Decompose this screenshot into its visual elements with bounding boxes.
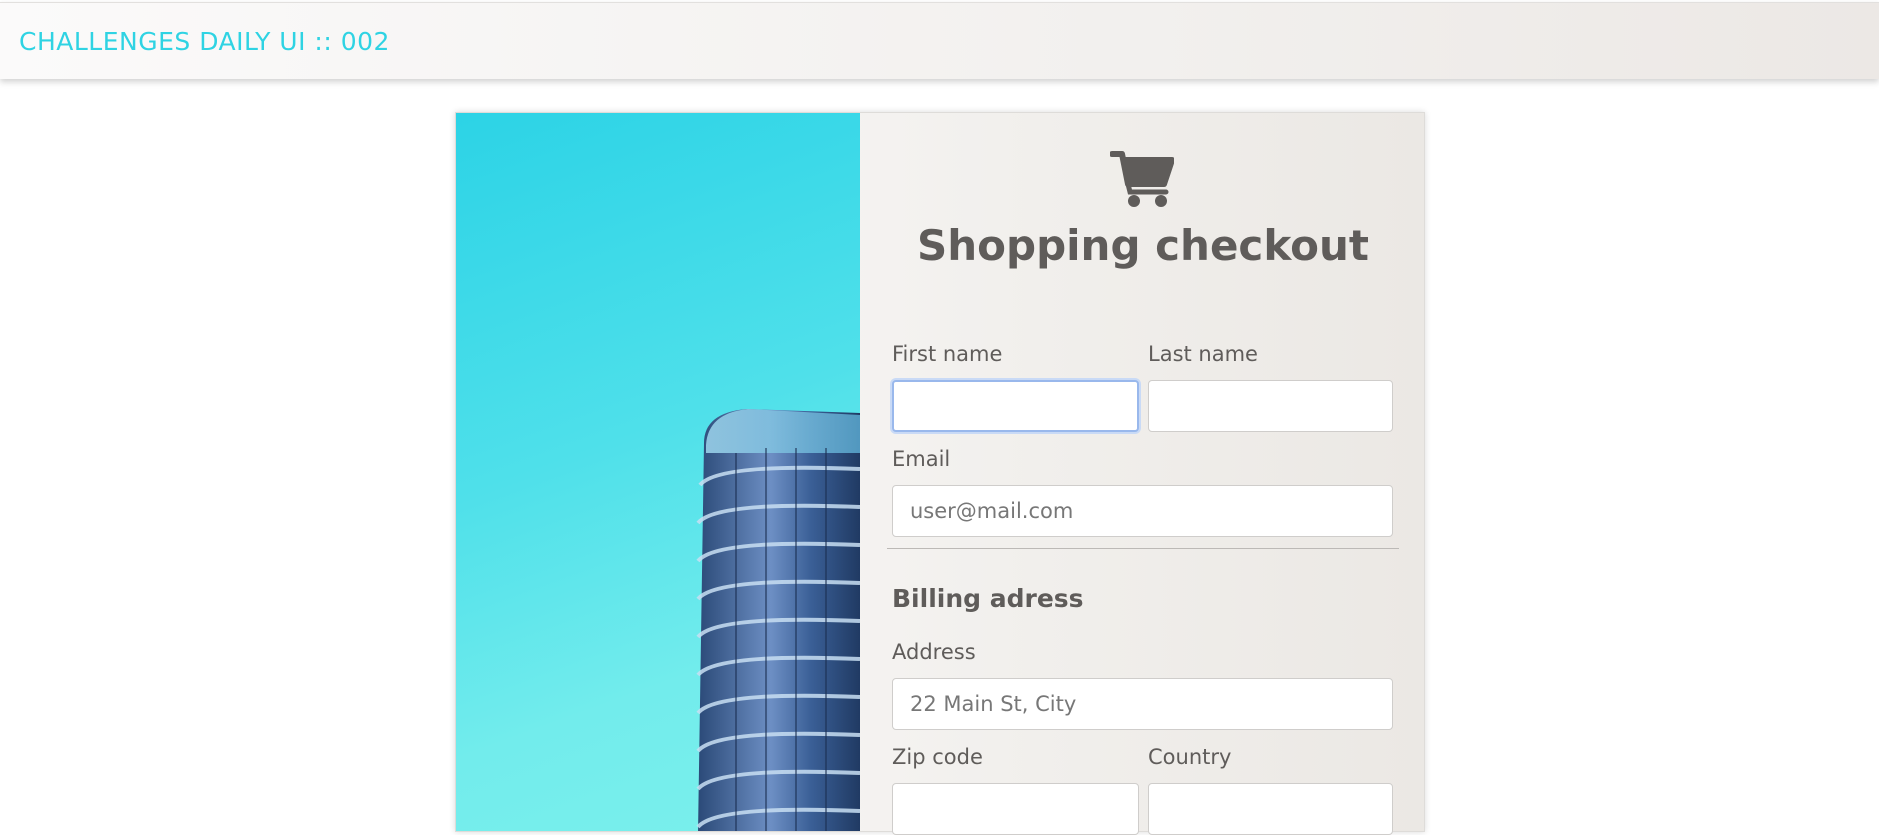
country-input[interactable] [1148,783,1393,835]
first-name-input[interactable] [892,380,1139,432]
email-label: Email [892,447,951,471]
brand-title: CHALLENGES DAILY UI :: 002 [19,27,390,56]
checkout-card: Shopping checkout First name Last name E… [455,112,1426,835]
building-image [456,113,860,831]
last-name-label: Last name [1148,342,1258,366]
billing-address-heading: Billing adress [892,584,1084,613]
zip-code-label: Zip code [892,745,983,769]
last-name-input[interactable] [1148,380,1393,432]
cart-icon [1110,151,1174,207]
first-name-label: First name [892,342,1003,366]
country-label: Country [1148,745,1232,769]
section-divider [887,548,1399,549]
address-input[interactable] [892,678,1393,730]
email-input[interactable] [892,485,1393,537]
address-label: Address [892,640,976,664]
checkout-form: Shopping checkout First name Last name E… [860,113,1426,835]
zip-code-input[interactable] [892,783,1139,835]
top-bar: CHALLENGES DAILY UI :: 002 [0,2,1879,79]
page-title: Shopping checkout [917,221,1369,270]
